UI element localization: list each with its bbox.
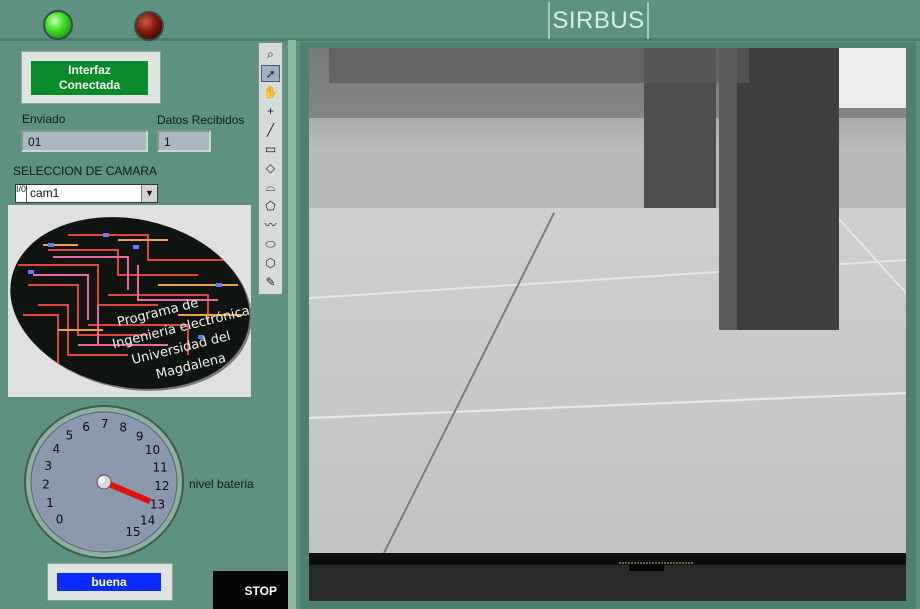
gauge-tick-label: 8	[119, 420, 127, 434]
datos-recibidos-field[interactable]: 1	[157, 130, 211, 152]
camera-select-value: cam1	[30, 186, 60, 200]
gauge-tick-label: 10	[145, 443, 160, 457]
hexagon-icon[interactable]: ⬡	[261, 255, 280, 272]
enviado-field[interactable]: 01	[21, 130, 148, 152]
tools-palette: ⌕ ➚ ✋ + ╱ ▭ ◇ ⌓ ⬠ 〰 ⬭ ⬡ ✎	[258, 42, 283, 295]
camera-status-strip	[309, 553, 906, 601]
gauge-tick-label: 1	[46, 496, 54, 510]
gauge-tick-label: 5	[66, 429, 74, 443]
circuit-board-logo-icon: Programa de Ingeniería electrónica Unive…	[10, 217, 252, 391]
gauge-label: nivel bateria	[189, 477, 254, 491]
gauge-tick-label: 3	[44, 459, 52, 473]
gauge-tick-label: 2	[42, 478, 50, 492]
io-index-icon: I/0	[16, 185, 27, 202]
stop-button[interactable]: STOP	[213, 571, 289, 609]
enviado-label: Enviado	[22, 112, 66, 126]
title-separator	[0, 38, 920, 41]
status-line-2: Conectada	[58, 78, 121, 92]
gauge-tick-label: 9	[136, 429, 144, 443]
bateria-status: buena	[57, 573, 161, 591]
rectangle-icon[interactable]: ▭	[261, 141, 280, 158]
camera-strip-graphic	[309, 553, 906, 571]
line-icon[interactable]: ╱	[261, 122, 280, 139]
gauge-tick-label: 0	[56, 512, 64, 526]
gauge-tick-label: 7	[101, 417, 109, 431]
gauge-tick-label: 4	[52, 442, 60, 456]
polygon-icon[interactable]: ⬠	[261, 198, 280, 215]
annotation-icon[interactable]: ✎	[261, 274, 280, 291]
freehand-icon[interactable]: 〰	[261, 217, 280, 234]
zoom-icon[interactable]: ⌕	[261, 46, 280, 63]
datos-recibidos-label: Datos Recibidos	[157, 113, 245, 127]
pan-icon[interactable]: ✋	[261, 84, 280, 101]
crosshair-icon[interactable]: +	[261, 103, 280, 120]
pointer-icon[interactable]: ➚	[261, 65, 280, 82]
oval-icon[interactable]: ⬭	[261, 236, 280, 253]
camera-view[interactable]	[309, 48, 906, 553]
connection-led-indicator	[43, 10, 73, 40]
gauge-tick-label: 11	[152, 460, 167, 474]
panel-divider	[288, 40, 296, 609]
program-logo: Programa de Ingeniería electrónica Unive…	[8, 205, 252, 397]
gauge-tick-label: 14	[140, 513, 155, 527]
app-title: SIRBUS	[548, 2, 649, 39]
gauge-tick-label: 12	[154, 479, 169, 493]
gauge-tick-label: 13	[150, 497, 165, 511]
status-line-1: Interfaz	[68, 63, 111, 77]
camera-select-label: SELECCION DE CAMARA	[13, 164, 158, 178]
camera-select[interactable]: I/0 cam1 ▼	[15, 184, 158, 203]
error-led-indicator	[134, 11, 164, 41]
annulus-icon[interactable]: ⌓	[261, 179, 280, 196]
gauge-tick-label: 15	[125, 525, 140, 539]
rotated-rect-icon[interactable]: ◇	[261, 160, 280, 177]
camera-feed-image	[309, 48, 906, 553]
gauge-tick-label: 6	[82, 420, 90, 434]
connection-status: Interfaz Conectada	[31, 61, 148, 95]
battery-gauge: 0 1 2 3 4 5 6 7 8 9 10 11 12 13 14 15	[24, 403, 185, 559]
chevron-down-icon[interactable]: ▼	[141, 185, 157, 202]
